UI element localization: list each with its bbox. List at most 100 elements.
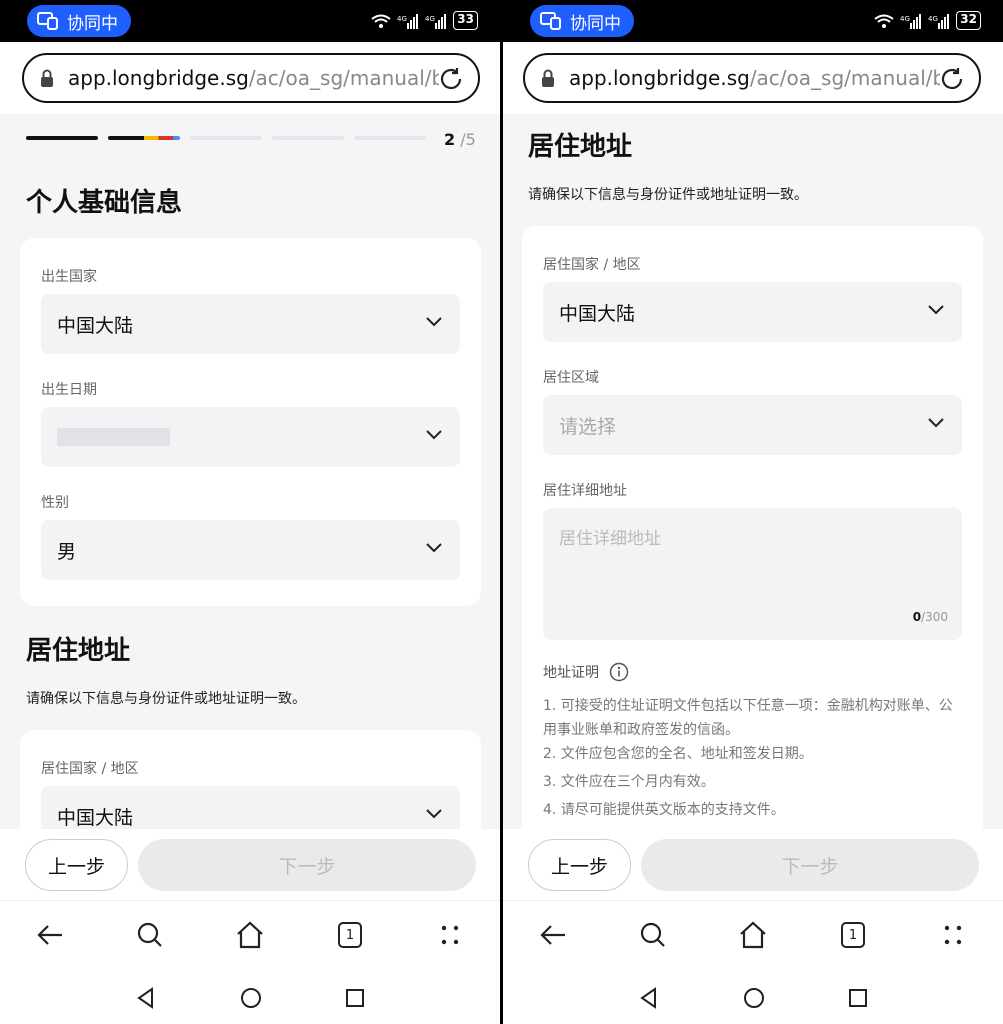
personal-info-card: 出生国家 中国大陆 出生日期 性别 男	[20, 238, 481, 606]
address-proof-label: 地址证明	[543, 662, 629, 682]
svg-text:4G: 4G	[425, 15, 435, 23]
textarea-placeholder: 居住详细地址	[559, 529, 661, 549]
info-icon[interactable]	[609, 662, 629, 682]
browser-nav-bar: 1	[503, 900, 1003, 962]
field-label: 居住区域	[543, 370, 599, 386]
url-path: /ac/oa_sg/manual/b	[749, 66, 940, 90]
reload-icon[interactable]	[939, 66, 965, 92]
wifi-icon	[371, 14, 391, 28]
address-bar[interactable]: app.longbridge.sg/ac/oa_sg/manual/b	[22, 53, 480, 103]
collab-label: 协同中	[67, 13, 118, 34]
progress-segment	[272, 136, 344, 140]
section-title: 居住地址	[26, 636, 131, 666]
battery-indicator: 33	[453, 11, 478, 30]
system-nav-bar	[0, 962, 500, 1024]
form-actions: 上一步 下一步	[503, 829, 1003, 900]
select-placeholder: 请选择	[559, 415, 617, 438]
signal-icon: 4G	[928, 13, 950, 29]
lock-icon	[41, 69, 53, 87]
devices-icon	[540, 12, 561, 30]
system-home-icon[interactable]	[239, 986, 263, 1010]
collab-pill[interactable]: 协同中	[530, 5, 634, 37]
collab-pill[interactable]: 协同中	[27, 5, 131, 37]
progress-segment	[108, 136, 180, 140]
proof-note: 2. 文件应包含您的全名、地址和签发日期。	[543, 746, 813, 762]
home-icon[interactable]	[737, 919, 769, 951]
char-counter: 0/300	[912, 610, 948, 624]
next-step-button[interactable]: 下一步	[138, 839, 476, 891]
browser-nav-bar: 1	[0, 900, 500, 962]
select-value: 中国大陆	[57, 314, 134, 337]
select-value: 中国大陆	[559, 302, 636, 325]
chevron-down-icon	[426, 809, 442, 819]
system-recents-icon[interactable]	[343, 986, 367, 1010]
signal-icon: 4G	[425, 13, 447, 29]
back-arrow-icon[interactable]	[537, 919, 569, 951]
residence-card: 居住国家 / 地区 中国大陆 居住区域 请选择 居住详细地址 居住详细地址 0/…	[522, 226, 983, 829]
residence-country-select[interactable]: 中国大陆	[41, 786, 460, 829]
tabs-button[interactable]: 1	[334, 919, 366, 951]
chevron-down-icon	[426, 317, 442, 327]
reload-icon[interactable]	[438, 66, 464, 92]
more-menu-icon[interactable]	[937, 919, 969, 951]
proof-note: 1. 可接受的住址证明文件包括以下任意一项：金融机构对账单、公用事业账单和政府签…	[543, 698, 953, 738]
progress-count: 2 /5	[444, 130, 476, 149]
section-title: 居住地址	[528, 132, 633, 162]
system-home-icon[interactable]	[742, 986, 766, 1010]
svg-text:4G: 4G	[900, 15, 910, 23]
residence-card: 居住国家 / 地区 中国大陆	[20, 730, 481, 829]
devices-icon	[37, 12, 58, 30]
back-arrow-icon[interactable]	[34, 919, 66, 951]
phone-screen-right: 协同中 4G 4G 32 app.longbridge.sg/ac/oa_sg/…	[503, 0, 1003, 1024]
browser-toolbar: app.longbridge.sg/ac/oa_sg/manual/b	[503, 42, 1003, 114]
browser-toolbar: app.longbridge.sg/ac/oa_sg/manual/b	[0, 42, 500, 114]
status-bar: 协同中 4G 4G 32	[503, 0, 1003, 42]
chevron-down-icon	[426, 543, 442, 553]
page-content: 2 /5 个人基础信息 出生国家 中国大陆 出生日期 性别 男 居住地址 请确保…	[0, 114, 500, 829]
field-label: 居住国家 / 地区	[41, 761, 139, 777]
previous-step-button[interactable]: 上一步	[528, 839, 631, 891]
signal-icon: 4G	[900, 13, 922, 29]
home-icon[interactable]	[234, 919, 266, 951]
lock-icon	[542, 69, 554, 87]
field-label: 性别	[41, 495, 69, 511]
page-content: 居住地址 请确保以下信息与身份证件或地址证明一致。 居住国家 / 地区 中国大陆…	[503, 114, 1003, 829]
signal-icon: 4G	[397, 13, 419, 29]
section-subtitle: 请确保以下信息与身份证件或地址证明一致。	[528, 187, 808, 203]
residence-country-select[interactable]: 中国大陆	[543, 282, 962, 342]
system-back-icon[interactable]	[134, 986, 158, 1010]
search-icon[interactable]	[637, 919, 669, 951]
form-actions: 上一步 下一步	[0, 829, 500, 900]
field-label: 出生日期	[41, 382, 97, 398]
svg-text:4G: 4G	[928, 15, 938, 23]
svg-text:4G: 4G	[397, 15, 407, 23]
battery-indicator: 32	[956, 11, 981, 30]
birth-date-select[interactable]	[41, 407, 460, 467]
more-menu-icon[interactable]	[434, 919, 466, 951]
system-back-icon[interactable]	[637, 986, 661, 1010]
next-step-button[interactable]: 下一步	[641, 839, 979, 891]
progress-segment	[354, 136, 426, 140]
previous-step-button[interactable]: 上一步	[25, 839, 128, 891]
chevron-down-icon	[928, 305, 944, 315]
url-path: /ac/oa_sg/manual/b	[248, 66, 439, 90]
tabs-button[interactable]: 1	[837, 919, 869, 951]
tab-count: 1	[848, 927, 858, 943]
section-title: 个人基础信息	[26, 188, 183, 218]
system-recents-icon[interactable]	[846, 986, 870, 1010]
collab-label: 协同中	[570, 13, 621, 34]
detail-address-textarea[interactable]: 居住详细地址 0/300	[543, 508, 962, 640]
birth-country-select[interactable]: 中国大陆	[41, 294, 460, 354]
field-label: 出生国家	[41, 269, 97, 285]
chevron-down-icon	[928, 418, 944, 428]
select-value: 中国大陆	[57, 806, 134, 829]
status-icons: 4G 4G 33	[371, 11, 478, 30]
search-icon[interactable]	[134, 919, 166, 951]
status-icons: 4G 4G 32	[874, 11, 981, 30]
residence-region-select[interactable]: 请选择	[543, 395, 962, 455]
gender-select[interactable]: 男	[41, 520, 460, 580]
tab-count: 1	[345, 927, 355, 943]
progress-segment	[26, 136, 98, 140]
proof-note: 3. 文件应在三个月内有效。	[543, 774, 715, 790]
address-bar[interactable]: app.longbridge.sg/ac/oa_sg/manual/b	[523, 53, 981, 103]
